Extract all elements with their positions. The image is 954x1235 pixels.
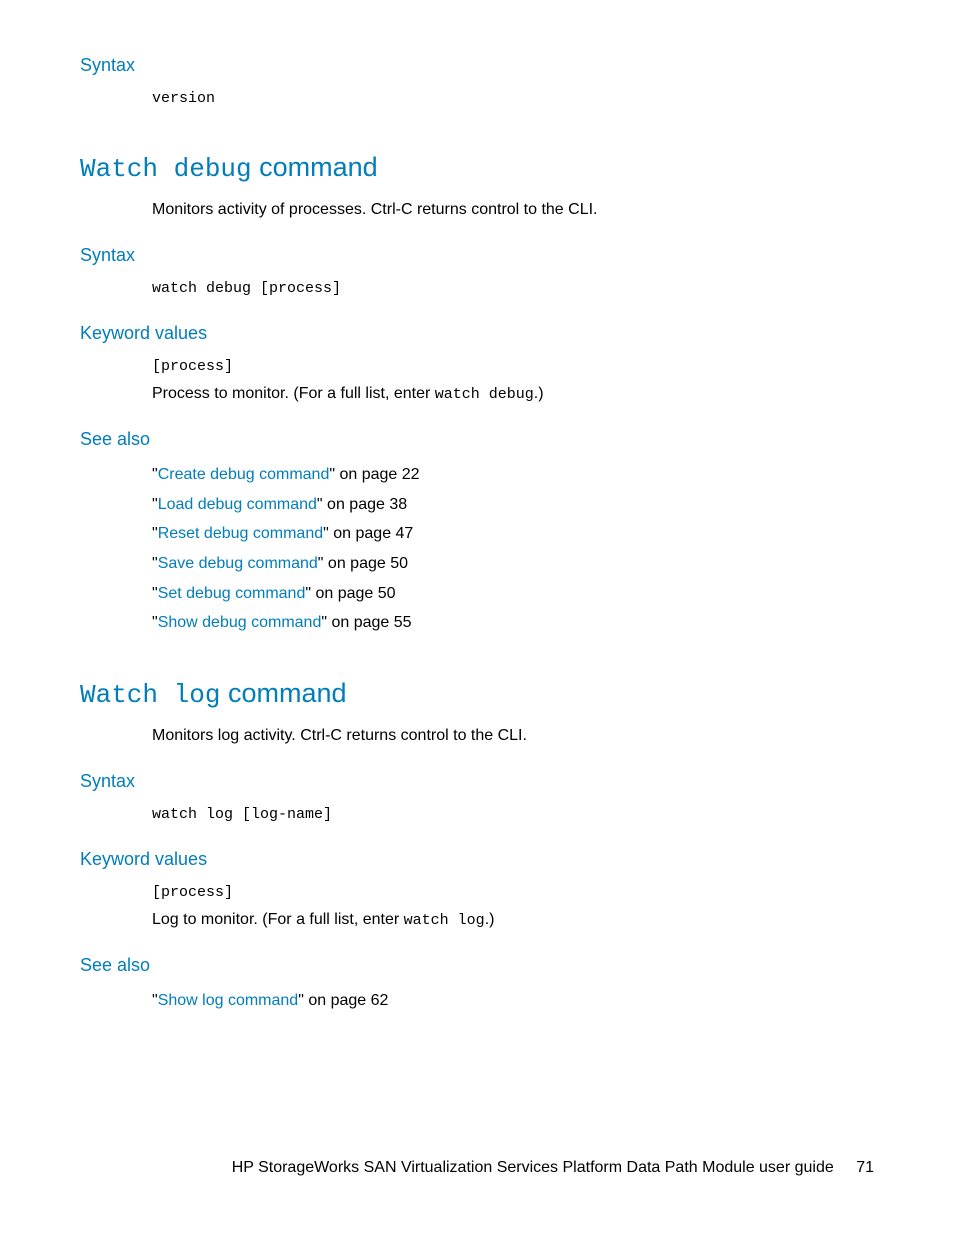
syntax-heading: Syntax xyxy=(80,245,874,266)
cross-ref-link[interactable]: Create debug command xyxy=(158,466,330,483)
cross-ref-link[interactable]: Save debug command xyxy=(158,555,318,572)
watch-log-see-also: See also "Show log command" on page 62 xyxy=(80,955,874,1016)
watch-log-desc: Monitors log activity. Ctrl-C returns co… xyxy=(152,722,874,749)
kv-desc: Log to monitor. (For a full list, enter … xyxy=(152,906,874,934)
keyword-values-heading: Keyword values xyxy=(80,849,874,870)
watch-log-heading: Watch log command xyxy=(80,678,874,710)
see-also-item: "Show log command" on page 62 xyxy=(152,986,874,1016)
watch-debug-desc: Monitors activity of processes. Ctrl-C r… xyxy=(152,196,874,223)
page-footer: HP StorageWorks SAN Virtualization Servi… xyxy=(232,1159,874,1177)
page-number: 71 xyxy=(856,1159,874,1177)
see-also-heading: See also xyxy=(80,429,874,450)
kv-desc-pre: Process to monitor. (For a full list, en… xyxy=(152,385,435,402)
kv-desc-code: watch debug xyxy=(435,386,534,403)
see-also-item: "Load debug command" on page 38 xyxy=(152,490,874,520)
cross-ref-link[interactable]: Show debug command xyxy=(158,614,322,631)
kv-desc-post: .) xyxy=(534,385,544,402)
heading-mono: Watch debug xyxy=(80,154,252,184)
see-also-heading: See also xyxy=(80,955,874,976)
see-also-item: "Reset debug command" on page 47 xyxy=(152,519,874,549)
syntax-code: version xyxy=(152,86,874,112)
heading-plain: command xyxy=(220,678,346,708)
kv-desc-pre: Log to monitor. (For a full list, enter xyxy=(152,911,404,928)
see-also-list-debug: "Create debug command" on page 22"Load d… xyxy=(152,460,874,638)
page-content: Syntax version Watch debug command Monit… xyxy=(0,0,954,1016)
see-also-item: "Set debug command" on page 50 xyxy=(152,579,874,609)
see-also-item: "Show debug command" on page 55 xyxy=(152,608,874,638)
cross-ref-link[interactable]: Load debug command xyxy=(158,496,317,513)
kv-code: [process] xyxy=(152,880,874,906)
syntax-code: watch debug [process] xyxy=(152,276,874,302)
watch-debug-keyword-values: Keyword values [process] Process to moni… xyxy=(80,323,874,407)
kv-desc-code: watch log xyxy=(404,912,485,929)
footer-text: HP StorageWorks SAN Virtualization Servi… xyxy=(232,1159,834,1176)
syntax-heading: Syntax xyxy=(80,55,874,76)
heading-mono: Watch log xyxy=(80,680,220,710)
cross-ref-link[interactable]: Show log command xyxy=(158,992,299,1009)
see-also-list-log: "Show log command" on page 62 xyxy=(152,986,874,1016)
syntax-code: watch log [log-name] xyxy=(152,802,874,828)
watch-log-keyword-values: Keyword values [process] Log to monitor.… xyxy=(80,849,874,933)
watch-log-syntax: Syntax watch log [log-name] xyxy=(80,771,874,828)
section-version-syntax: Syntax version xyxy=(80,55,874,112)
see-also-item: "Save debug command" on page 50 xyxy=(152,549,874,579)
kv-desc-post: .) xyxy=(485,911,495,928)
watch-debug-heading: Watch debug command xyxy=(80,152,874,184)
cross-ref-link[interactable]: Set debug command xyxy=(158,585,306,602)
heading-plain: command xyxy=(252,152,378,182)
kv-code: [process] xyxy=(152,354,874,380)
kv-desc: Process to monitor. (For a full list, en… xyxy=(152,380,874,408)
watch-debug-syntax: Syntax watch debug [process] xyxy=(80,245,874,302)
watch-debug-see-also: See also "Create debug command" on page … xyxy=(80,429,874,638)
keyword-values-heading: Keyword values xyxy=(80,323,874,344)
cross-ref-link[interactable]: Reset debug command xyxy=(158,525,323,542)
syntax-heading: Syntax xyxy=(80,771,874,792)
see-also-item: "Create debug command" on page 22 xyxy=(152,460,874,490)
